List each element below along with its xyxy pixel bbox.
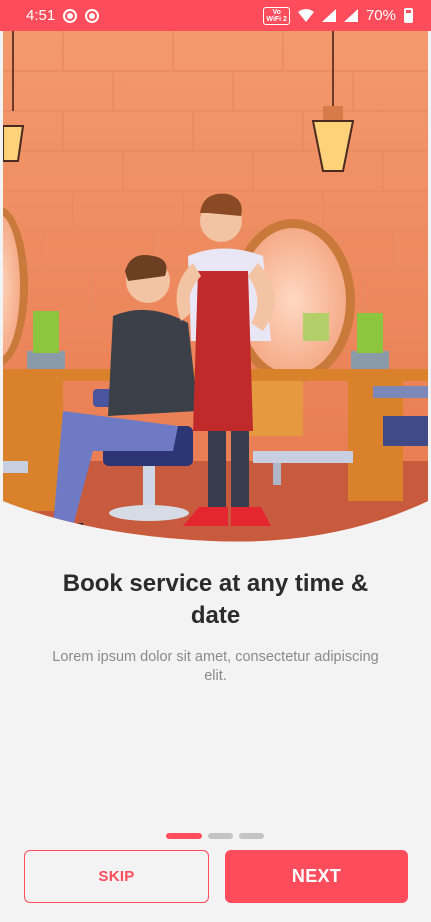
onboarding-title: Book service at any time & date [62,570,369,629]
battery-percent: 70% [365,7,396,24]
wifi-icon [297,9,314,22]
onboarding-description: Lorem ipsum dolor sit amet, consectetur … [52,649,379,684]
record-icon [63,8,78,23]
wifi-label: WiFi 2 [266,15,287,23]
signal-icon [321,9,336,22]
status-bar: 4:51 Vo WiFi 2 70% [0,0,431,31]
skip-button[interactable]: SKIP [24,850,209,903]
volte-wifi-icon: Vo WiFi 2 [263,6,290,25]
page-dot-active [166,833,202,839]
volte-label: Vo [272,8,281,16]
signal-icon-2 [343,9,358,22]
page-dot [208,833,233,839]
record-icon-2 [85,8,100,23]
barbershop-illustration [3,31,428,543]
battery-icon [404,8,413,23]
page-dot [239,833,264,839]
page-indicator [166,833,264,839]
status-time: 4:51 [26,7,56,24]
next-button[interactable]: NEXT [225,850,408,903]
